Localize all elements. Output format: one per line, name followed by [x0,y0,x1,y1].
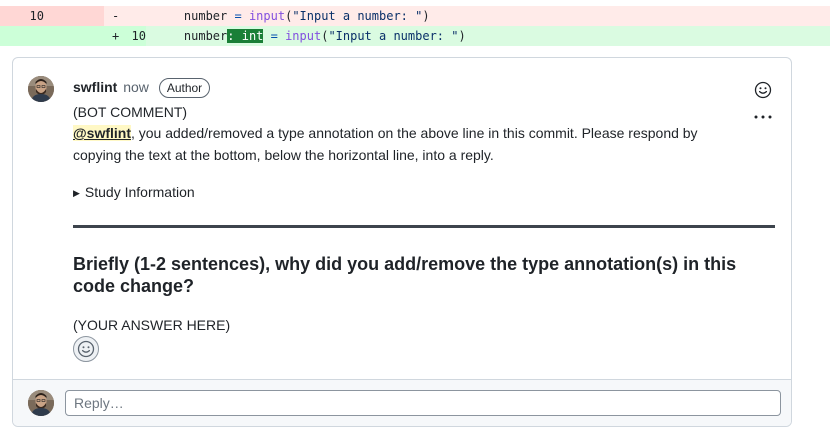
user-mention-link[interactable]: @swflint [73,125,131,141]
triangle-right-icon: ▶ [73,188,80,198]
diff-marker: + [112,29,120,43]
smiley-icon [754,81,772,99]
code-string: "Input a number: " [328,29,459,43]
new-line-number: 10 [104,26,146,46]
code-string: "Input a number: " [292,9,423,23]
code-operator: = [263,29,286,43]
kebab-horizontal-icon [754,115,772,119]
code-type-annotation-highlight: : int [227,29,264,43]
comment-options-button[interactable] [753,110,773,122]
diff-line-deleted: 10 - number = input("Input a number: ") [0,6,830,26]
comment-timestamp[interactable]: now [123,79,149,95]
avatar[interactable] [28,76,54,102]
avatar-image [28,76,54,102]
reply-input[interactable] [65,390,781,416]
code-function: input [285,29,322,43]
avatar-image [28,390,54,416]
add-reaction-button[interactable] [754,81,772,99]
old-line-number [0,26,44,46]
new-line-number-cell[interactable]: 10 [52,26,146,46]
review-comment-thread: swflint now Author (BOT COMMENT) @swflin… [12,57,792,427]
old-line-number-cell[interactable]: 10 [0,6,52,26]
bot-label: (BOT COMMENT) [73,104,188,120]
code-function: input [248,9,286,23]
old-line-number: 10 [0,6,44,26]
add-reaction-circle-button[interactable] [73,336,99,362]
code-paren-close: ) [458,29,466,43]
code-content: number = input("Input a number: ") [155,6,430,26]
diff-line-added: 10 + number: int = input("Input a number… [0,26,830,46]
new-line-number-cell[interactable] [52,6,104,26]
diff-marker: - [112,9,120,23]
answer-placeholder-text: (YOUR ANSWER HERE) [73,317,231,333]
code-variable: number [183,29,228,43]
details-summary: Study Information [84,184,195,200]
question-heading: Briefly (1-2 sentences), why did you add… [73,254,737,296]
avatar[interactable] [28,390,54,416]
comment-header: swflint now Author [73,77,211,98]
message-text: , you added/removed a type annotation on… [73,125,698,163]
code-operator: = [227,9,249,23]
author-badge: Author [158,78,211,98]
author-name[interactable]: swflint [73,79,117,95]
old-line-number-cell[interactable] [0,26,52,46]
code-variable: number [183,9,228,23]
code-content: number: int = input("Input a number: ") [155,26,466,46]
code-paren-close: ) [422,9,430,23]
horizontal-rule [73,225,775,228]
new-line-number [104,6,146,26]
reply-bar [13,379,791,426]
study-information-details[interactable]: ▶ Study Information [73,182,195,204]
comment-message: @swflint, you added/removed a type annot… [73,122,713,166]
smiley-icon [77,340,95,358]
